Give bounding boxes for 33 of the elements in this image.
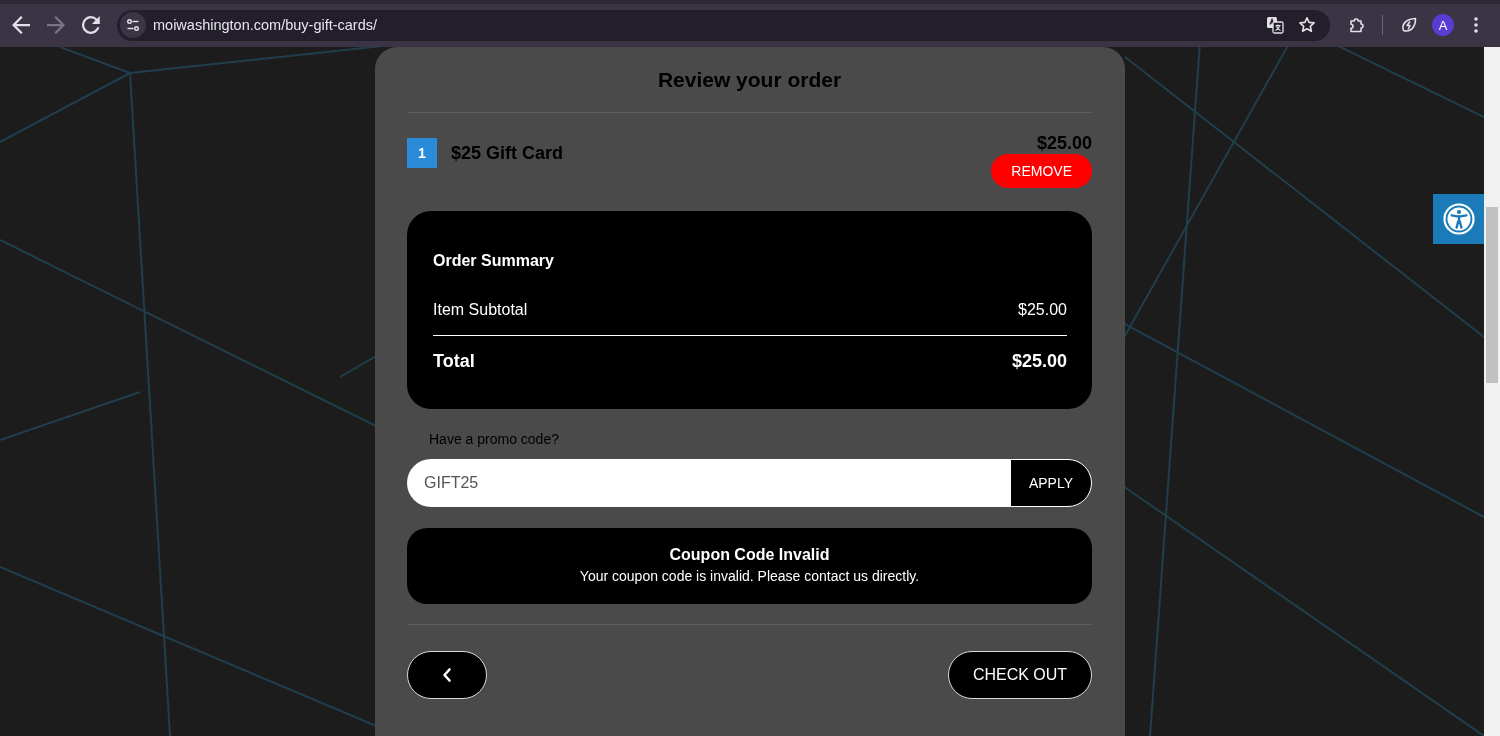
summary-title: Order Summary — [433, 251, 554, 271]
chevron-left-icon — [442, 667, 452, 683]
total-amount: $25.00 — [1011, 350, 1067, 373]
quantity-badge: 1 — [407, 138, 437, 168]
promo-label: Have a promo code? — [429, 430, 559, 448]
promo-code-field[interactable]: GIFT25 — [407, 459, 1010, 507]
page-title: Review your order — [657, 67, 842, 93]
star-icon[interactable] — [1298, 16, 1316, 34]
site-settings-icon[interactable] — [120, 12, 146, 38]
error-text: Your coupon code is invalid. Please contact us directly. — [579, 567, 920, 586]
remove-button[interactable]: REMOVE — [991, 154, 1092, 188]
item-name: $25 Gift Card — [451, 142, 564, 164]
scrollbar[interactable] — [1484, 47, 1500, 736]
checkout-button[interactable]: CHECK OUT — [948, 651, 1092, 699]
accessibility-icon — [1442, 203, 1475, 235]
error-title: Coupon Code Invalid — [669, 545, 830, 565]
subtotal-amount: $25.00 — [1018, 300, 1067, 320]
back-icon[interactable] — [12, 16, 30, 34]
reload-icon[interactable] — [82, 16, 100, 34]
item-price: $25.00 — [1036, 134, 1092, 152]
scrollbar-thumb[interactable] — [1486, 207, 1498, 383]
url-text: moiwashington.com/buy-gift-cards/ — [153, 17, 378, 33]
leaf-icon[interactable] — [1400, 16, 1418, 34]
puzzle-icon[interactable] — [1348, 16, 1366, 34]
back-button[interactable] — [407, 651, 487, 699]
more-menu-icon[interactable] — [1474, 17, 1478, 33]
profile-avatar[interactable]: A — [1432, 14, 1454, 36]
accessibility-button[interactable] — [1433, 194, 1484, 244]
address-bar[interactable]: moiwashington.com/buy-gift-cards/ — [117, 9, 1330, 41]
apply-button[interactable]: APPLY — [1010, 459, 1092, 507]
total-label: Total — [433, 350, 475, 373]
subtotal-label: Item Subtotal — [433, 300, 528, 320]
translate-icon[interactable] — [1266, 16, 1284, 34]
